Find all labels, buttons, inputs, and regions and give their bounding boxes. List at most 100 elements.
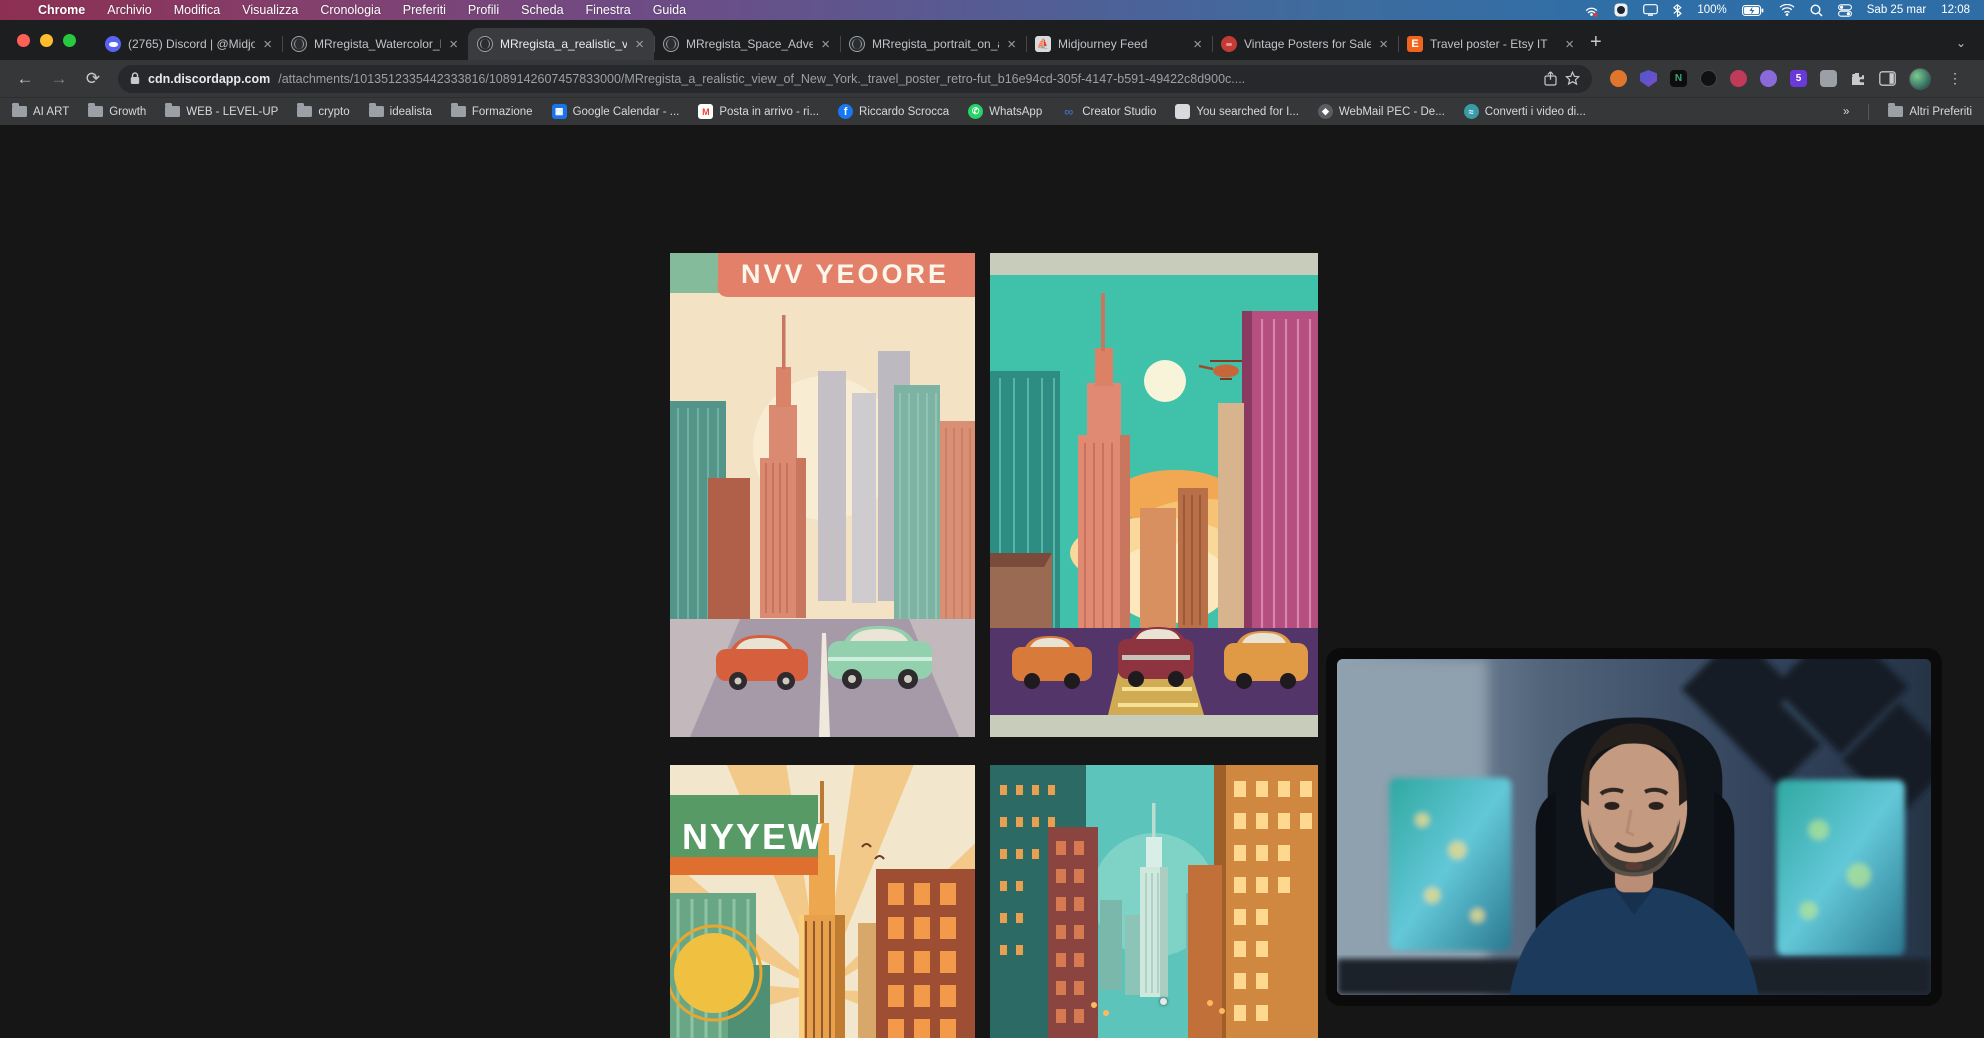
bookmark-star-icon[interactable] [1565,71,1580,86]
bookmark-you-searched[interactable]: You searched for I... [1175,104,1299,119]
webcam-video [1337,659,1931,995]
tab-close-icon[interactable]: × [262,37,273,52]
tab-close-icon[interactable]: × [448,37,459,52]
bookmarks-overflow-chevron[interactable]: » [1843,106,1849,118]
display-icon[interactable] [1643,4,1658,16]
bookmark-gmail[interactable]: MPosta in arrivo - ri... [698,104,819,119]
back-button[interactable]: ← [10,69,40,89]
tab-close-icon[interactable]: × [820,37,831,52]
bookmark-webmail-pec[interactable]: ◆WebMail PEC - De... [1318,104,1445,119]
bookmark-label: Converti i video di... [1485,106,1586,118]
extension-pink-icon[interactable] [1730,70,1747,87]
tabs-container: (2765) Discord | @Midjou × MRregista_Wat… [96,28,1984,60]
bookmark-folder-formazione[interactable]: Formazione [451,106,533,118]
tab-vintage-posters[interactable]: Vintage Posters for Sale | × [1212,28,1398,60]
menu-visualizza[interactable]: Visualizza [242,3,298,17]
extension-five-icon[interactable]: 5 [1790,70,1807,87]
bookmark-converti-video[interactable]: ≈ Converti i video di... [1464,104,1586,119]
bookmark-label: Posta in arrivo - ri... [719,106,819,118]
menu-archivio[interactable]: Archivio [107,3,151,17]
poster-title-text: NVV YEOORE [741,259,949,289]
menu-status-area: 100% Sab 25 mar 12:08 [1584,3,1984,17]
tab-watercolor[interactable]: MRregista_Watercolor_Pa × [282,28,468,60]
bookmark-folder-ai-art[interactable]: AI ART [12,106,69,118]
tab-portrait[interactable]: MRregista_portrait_on_a × [840,28,1026,60]
lock-icon[interactable] [130,72,140,85]
chrome-tab-strip: (2765) Discord | @Midjou × MRregista_Wat… [0,20,1984,60]
address-bar[interactable]: cdn.discordapp.com /attachments/10135123… [118,65,1592,93]
menu-finestra[interactable]: Finestra [586,3,631,17]
bluetooth-icon[interactable] [1673,4,1682,17]
bookmark-folder-web-level-up[interactable]: WEB - LEVEL-UP [165,106,278,118]
menu-scheda[interactable]: Scheda [521,3,563,17]
google-calendar-icon: ▦ [552,104,567,119]
tab-close-icon[interactable]: × [634,37,645,52]
menu-guida[interactable]: Guida [653,3,686,17]
tab-etsy-travel-poster[interactable]: E Travel poster - Etsy IT × [1398,28,1584,60]
minimize-window-button[interactable] [40,34,53,47]
bookmark-whatsapp[interactable]: ✆WhatsApp [968,104,1042,119]
new-tab-button[interactable]: + [1584,31,1612,60]
poster-new-york-bottom-left[interactable]: NYYEW [670,765,975,1038]
side-panel-icon[interactable] [1879,71,1896,86]
control-center-icon[interactable] [1838,4,1852,17]
tab-close-icon[interactable]: × [1192,37,1203,52]
tab-title: MRregista_a_realistic_vie [500,37,627,51]
poster-new-york-top-right[interactable] [990,253,1318,737]
bookmark-folder-growth[interactable]: Growth [88,106,146,118]
reload-button[interactable]: ⟳ [78,69,108,89]
menubar-time[interactable]: 12:08 [1941,4,1970,16]
bookmark-label: Growth [109,106,146,118]
tab-midjourney-feed[interactable]: ⛵ Midjourney Feed × [1026,28,1212,60]
extension-purple-icon[interactable] [1760,70,1777,87]
tab-close-icon[interactable]: × [1006,37,1017,52]
spotlight-search-icon[interactable] [1810,4,1823,17]
zoom-window-button[interactable] [63,34,76,47]
close-window-button[interactable] [17,34,30,47]
shield-app-icon[interactable] [1614,3,1628,17]
bookmark-label: AI ART [33,106,69,118]
folder-icon [1888,106,1903,117]
menu-modifica[interactable]: Modifica [174,3,221,17]
tab-space-adventure[interactable]: MRregista_Space_Advent × [654,28,840,60]
extension-orange-icon[interactable] [1610,70,1627,87]
share-icon[interactable] [1544,71,1557,86]
webcam-overlay[interactable] [1326,648,1942,1006]
bookmark-creator-studio[interactable]: ∞Creator Studio [1061,104,1156,119]
facebook-icon: f [838,104,853,119]
tab-close-icon[interactable]: × [1378,37,1389,52]
other-favorites[interactable]: Altri Preferiti [1888,106,1972,118]
menu-preferiti[interactable]: Preferiti [403,3,446,17]
menubar-date[interactable]: Sab 25 mar [1867,4,1926,16]
extension-grid-icon[interactable] [1820,70,1837,87]
extension-black-icon[interactable] [1700,70,1717,87]
cursor-dot [1160,998,1167,1005]
search-tabs-chevron-icon[interactable]: ⌄ [1950,36,1984,60]
tab-close-icon[interactable]: × [1564,37,1575,52]
menu-cronologia[interactable]: Cronologia [320,3,380,17]
extension-shield-icon[interactable] [1640,70,1657,87]
poster-new-york-bottom-right[interactable] [990,765,1318,1038]
battery-percent: 100% [1697,4,1726,16]
bookmarks-bar: AI ART Growth WEB - LEVEL-UP crypto idea… [0,97,1984,125]
menu-profili[interactable]: Profili [468,3,499,17]
bookmark-label: Creator Studio [1082,106,1156,118]
wifi-icon[interactable] [1779,4,1795,16]
converter-icon: ≈ [1464,104,1479,119]
extensions-puzzle-icon[interactable] [1850,71,1866,87]
bookmark-label: Google Calendar - ... [573,106,680,118]
broadcast-icon[interactable] [1584,4,1599,17]
site-favicon-icon [1221,36,1237,52]
tab-discord[interactable]: (2765) Discord | @Midjou × [96,28,282,60]
bookmark-facebook[interactable]: fRiccardo Scrocca [838,104,949,119]
tab-realistic-view-active[interactable]: MRregista_a_realistic_vie × [468,28,654,60]
bookmark-google-calendar[interactable]: ▦ Google Calendar - ... [552,104,680,119]
forward-button[interactable]: → [44,69,74,89]
profile-avatar[interactable] [1909,68,1931,90]
bookmark-folder-crypto[interactable]: crypto [297,106,349,118]
bookmark-folder-idealista[interactable]: idealista [369,106,432,118]
menu-chrome[interactable]: Chrome [38,3,85,17]
extension-n-icon[interactable]: N [1670,70,1687,87]
poster-new-york-top-left[interactable]: NVV YEOORE [670,253,975,737]
chrome-menu-icon[interactable]: ⋮ [1944,70,1966,87]
